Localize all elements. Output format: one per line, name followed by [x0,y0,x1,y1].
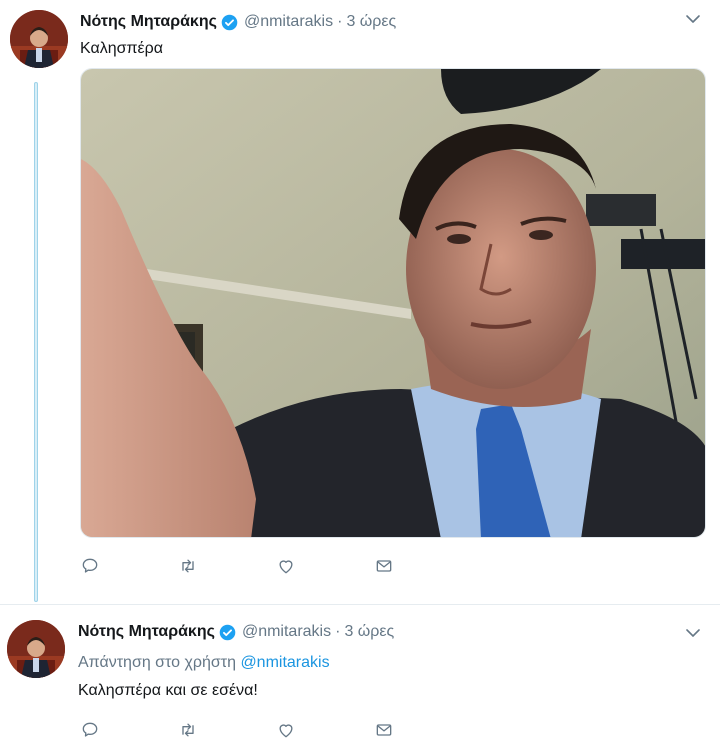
reply-context: Απάντηση στο χρήστη @nmitarakis [78,654,330,672]
chevron-down-icon[interactable] [684,624,702,642]
tweet-actions [80,556,472,580]
avatar[interactable] [10,10,68,68]
retweet-icon [178,720,198,745]
chevron-down-icon[interactable] [684,10,702,28]
timestamp[interactable]: 3 ώρες [344,623,394,641]
author-name[interactable]: Νότης Μηταράκης [78,623,215,641]
tweet[interactable]: Νότης Μηταράκης @nmitarakis · 3 ώρες Απά… [0,608,720,749]
retweet-button[interactable] [178,556,276,580]
reply-prefix: Απάντηση στο χρήστη [78,654,236,671]
timestamp[interactable]: 3 ώρες [346,13,396,31]
separator: · [335,623,341,640]
verified-badge-icon [219,624,236,641]
direct-message-icon [374,556,394,581]
tweet-header: Νότης Μηταράκης @nmitarakis · 3 ώρες [78,620,394,644]
like-icon [276,556,296,581]
divider [0,604,720,605]
thread-connector [34,82,38,602]
retweet-button[interactable] [178,720,276,744]
tweet-actions [80,720,472,744]
direct-message-button[interactable] [374,556,472,580]
reply-mention-link[interactable]: @nmitarakis [240,654,329,671]
separator: · [337,13,343,30]
direct-message-button[interactable] [374,720,472,744]
tweet-text: Καλησπέρα [80,40,164,57]
author-name[interactable]: Νότης Μηταράκης [80,13,217,31]
tweet-header: Νότης Μηταράκης @nmitarakis · 3 ώρες [80,10,396,34]
reply-icon [80,720,100,745]
direct-message-icon [374,720,394,745]
retweet-icon [178,556,198,581]
like-button[interactable] [276,556,374,580]
like-button[interactable] [276,720,374,744]
tweet-text: Καλησπέρα και σε εσένα! [78,682,258,699]
author-handle[interactable]: @nmitarakis [242,623,331,641]
reply-button[interactable] [80,556,178,580]
tweet[interactable]: Νότης Μηταράκης @nmitarakis · 3 ώρες Καλ… [0,0,720,602]
avatar[interactable] [7,620,65,678]
author-handle[interactable]: @nmitarakis [244,13,333,31]
tweet-photo[interactable] [80,68,706,538]
verified-badge-icon [221,14,238,31]
like-icon [276,720,296,745]
reply-icon [80,556,100,581]
reply-button[interactable] [80,720,178,744]
